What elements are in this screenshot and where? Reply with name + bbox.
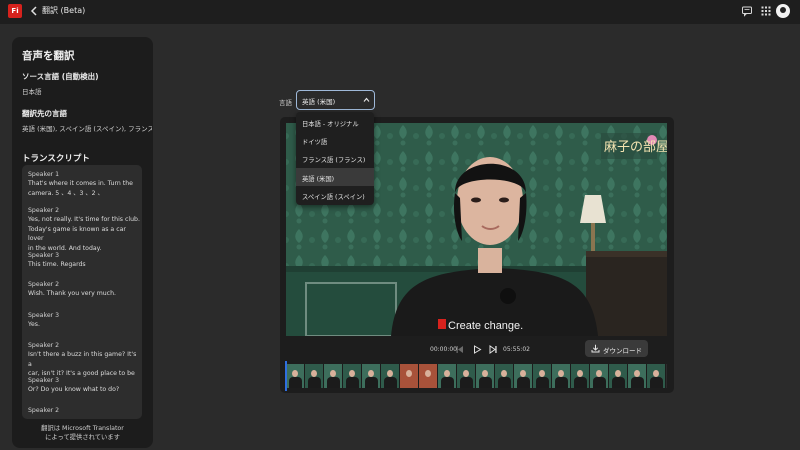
option-label: 英語 (米国) xyxy=(302,175,335,183)
download-label: ダウンロード xyxy=(603,346,642,355)
language-option-french[interactable]: フランス語 (フランス) xyxy=(296,149,374,167)
transcript-title: トランスクリプト xyxy=(22,154,90,164)
timeline-thumbnail xyxy=(305,364,324,388)
apps-grid-icon[interactable] xyxy=(760,5,772,17)
timeline-thumbnail xyxy=(457,364,476,388)
timeline-thumbnail xyxy=(400,364,419,388)
speaker-label: Speaker 2 xyxy=(28,407,60,414)
language-select-value: 英語 (米国) xyxy=(302,98,336,106)
option-label: フランス語 (フランス) xyxy=(302,156,366,164)
language-option-english-us[interactable]: 英語 (米国) xyxy=(296,168,374,186)
language-select[interactable]: 英語 (米国) xyxy=(296,90,375,110)
source-language-value: 日本語 xyxy=(22,88,42,96)
transcript-line: Today's game is known as a car lover xyxy=(28,225,126,243)
transcript-entry: Speaker 1 That's where it comes in. Turn… xyxy=(28,170,140,198)
transcript-line: Isn't there a buzz in this game? It's a xyxy=(28,351,137,368)
top-bar: Fi 翻訳 (Beta) xyxy=(0,0,800,24)
transcript-line: That's where it comes in. Turn the xyxy=(28,180,133,188)
speaker-label: Speaker 3 xyxy=(28,377,60,384)
source-language-label: ソース言語 (自動検出) xyxy=(22,72,99,81)
back-chevron-icon[interactable] xyxy=(30,5,38,17)
timeline-thumbnail xyxy=(571,364,590,388)
transcript-entry: Speaker 3 This time. Regards xyxy=(28,251,140,270)
timeline-thumbnail xyxy=(514,364,533,388)
option-label: ドイツ語 xyxy=(302,138,328,146)
transcript-line: Wish. Thank you very much. xyxy=(28,290,116,298)
timeline-thumbnail xyxy=(590,364,609,388)
download-button[interactable]: ダウンロード xyxy=(585,340,648,357)
transcript-line: camera. 5 、4 、3 、2 、 xyxy=(28,189,104,197)
transcript-entry: Speaker 3 Yes. xyxy=(28,311,140,330)
transcript-entry: Speaker 2 Yes, not really. It's time for… xyxy=(28,206,140,253)
translator-credit: 翻訳は Microsoft Translator によって提供されています xyxy=(12,424,153,442)
timeline-thumbnail xyxy=(628,364,647,388)
user-avatar[interactable] xyxy=(776,4,790,18)
timeline-thumbnail xyxy=(647,364,666,388)
speaker-label: Speaker 3 xyxy=(28,252,60,259)
option-label: 日本語 - オリジナル xyxy=(302,120,359,128)
timeline-thumbnail xyxy=(495,364,514,388)
timeline-thumbnail xyxy=(609,364,628,388)
transcript-line: Yes, not really. It's time for this club… xyxy=(28,216,140,224)
transcript-entry: Speaker 2 Wish. Thank you very much. xyxy=(28,280,140,299)
timeline-thumbnail xyxy=(419,364,438,388)
page-title: 翻訳 (Beta) xyxy=(42,6,86,15)
option-label: スペイン語 (スペイン) xyxy=(302,193,365,201)
download-icon xyxy=(591,344,600,353)
transcript-list[interactable]: Speaker 1 That's where it comes in. Turn… xyxy=(22,165,142,419)
speaker-label: Speaker 2 xyxy=(28,281,60,288)
skip-back-icon[interactable] xyxy=(455,345,465,354)
translate-panel: 音声を翻訳 ソース言語 (自動検出) 日本語 翻訳先の言語 英語 (米国), ス… xyxy=(12,37,153,448)
language-option-german[interactable]: ドイツ語 xyxy=(296,131,374,149)
timeline-thumbnail xyxy=(286,364,305,388)
speaker-label: Speaker 2 xyxy=(28,207,60,214)
video-title-overlay: 麻子の部屋 xyxy=(604,140,667,155)
timeline-thumbnail xyxy=(381,364,400,388)
language-dropdown-menu: 日本語 - オリジナル ドイツ語 フランス語 (フランス) 英語 (米国) スペ… xyxy=(296,112,374,205)
transcript-entry: Speaker 2 Isn't there a buzz in this gam… xyxy=(28,341,140,379)
skip-forward-icon[interactable] xyxy=(488,345,498,354)
language-label: 言語 xyxy=(279,99,292,107)
target-language-value: 英語 (米国), スペイン語 (スペイン), フランス… xyxy=(22,125,152,133)
timeline-playhead[interactable] xyxy=(285,361,287,391)
credit-line: によって提供されています xyxy=(45,434,120,441)
timeline-thumbnail xyxy=(362,364,381,388)
timeline-thumbnail xyxy=(476,364,495,388)
shirt-text: Create change. xyxy=(448,320,523,332)
timeline-thumbnail xyxy=(552,364,571,388)
speaker-label: Speaker 2 xyxy=(28,342,60,349)
play-icon[interactable] xyxy=(472,345,482,354)
chevron-up-icon xyxy=(363,97,370,102)
language-option-japanese[interactable]: 日本語 - オリジナル xyxy=(296,113,374,131)
panel-title: 音声を翻訳 xyxy=(22,50,75,62)
timeline-thumbnail xyxy=(438,364,457,388)
timeline-filmstrip[interactable] xyxy=(286,364,667,388)
current-time: 00:00:00 xyxy=(430,346,457,353)
transcript-entry: Speaker 3 Or? Do you know what to do? xyxy=(28,376,140,395)
transcript-line: Yes. xyxy=(28,321,40,329)
credit-line: 翻訳は Microsoft Translator xyxy=(41,425,124,432)
target-language-label: 翻訳先の言語 xyxy=(22,109,67,118)
timeline-thumbnail xyxy=(324,364,343,388)
timeline-thumbnail xyxy=(533,364,552,388)
timeline-thumbnail xyxy=(343,364,362,388)
language-option-spanish[interactable]: スペイン語 (スペイン) xyxy=(296,186,374,204)
transcript-line: This time. Regards xyxy=(28,261,86,269)
duration: 05:55:02 xyxy=(503,346,530,353)
transcript-entry: Speaker 2 xyxy=(28,406,140,415)
chat-icon[interactable] xyxy=(741,5,753,17)
speaker-label: Speaker 3 xyxy=(28,312,60,319)
speaker-label: Speaker 1 xyxy=(28,171,60,178)
app-logo[interactable]: Fi xyxy=(8,4,22,18)
transcript-line: Or? Do you know what to do? xyxy=(28,386,120,394)
